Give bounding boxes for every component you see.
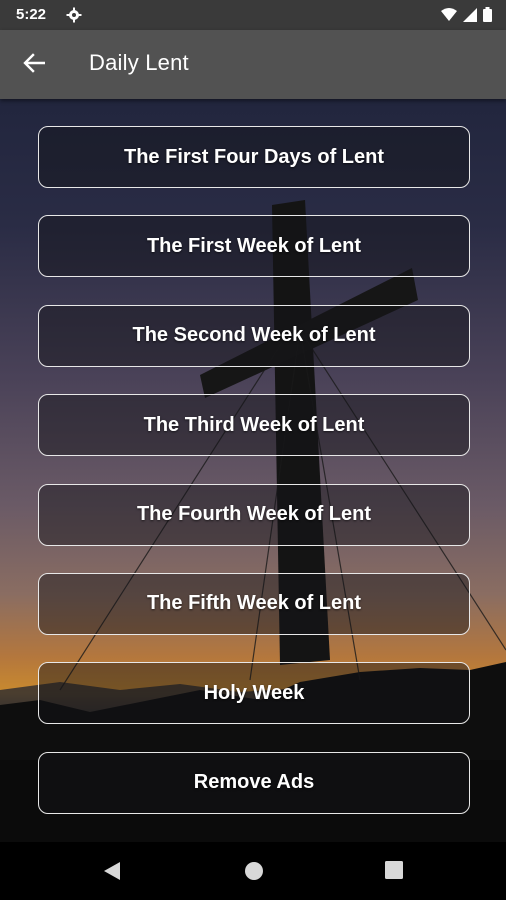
fifth-week-button[interactable]: The Fifth Week of Lent: [38, 572, 470, 635]
arrow-left-icon: [23, 52, 46, 78]
screen: 5:22 Daily Lent The First Four Days of L…: [0, 0, 506, 900]
gear-icon: [66, 7, 82, 28]
status-bar: 5:22: [0, 0, 506, 30]
battery-icon: [483, 7, 492, 27]
recents-square-icon[interactable]: [384, 860, 404, 885]
status-time: 5:22: [16, 6, 47, 23]
back-button[interactable]: [18, 50, 50, 80]
holy-week-button[interactable]: Holy Week: [38, 662, 470, 725]
app-bar: Daily Lent: [0, 30, 506, 99]
first-four-days-button[interactable]: The First Four Days of Lent: [38, 126, 470, 188]
second-week-button[interactable]: The Second Week of Lent: [38, 304, 470, 367]
lent-menu: The First Four Days of Lent The First We…: [38, 126, 470, 841]
page-title: Daily Lent: [89, 50, 189, 75]
first-week-button[interactable]: The First Week of Lent: [38, 215, 470, 278]
system-nav-bar: [0, 842, 506, 900]
remove-ads-button[interactable]: Remove Ads: [38, 751, 470, 814]
wifi-icon: [441, 7, 457, 27]
third-week-button[interactable]: The Third Week of Lent: [38, 394, 470, 457]
signal-icon: [463, 7, 477, 27]
status-icons: [441, 7, 492, 27]
fourth-week-button[interactable]: The Fourth Week of Lent: [38, 483, 470, 546]
home-circle-icon[interactable]: [243, 860, 265, 887]
back-triangle-icon[interactable]: [102, 860, 122, 887]
